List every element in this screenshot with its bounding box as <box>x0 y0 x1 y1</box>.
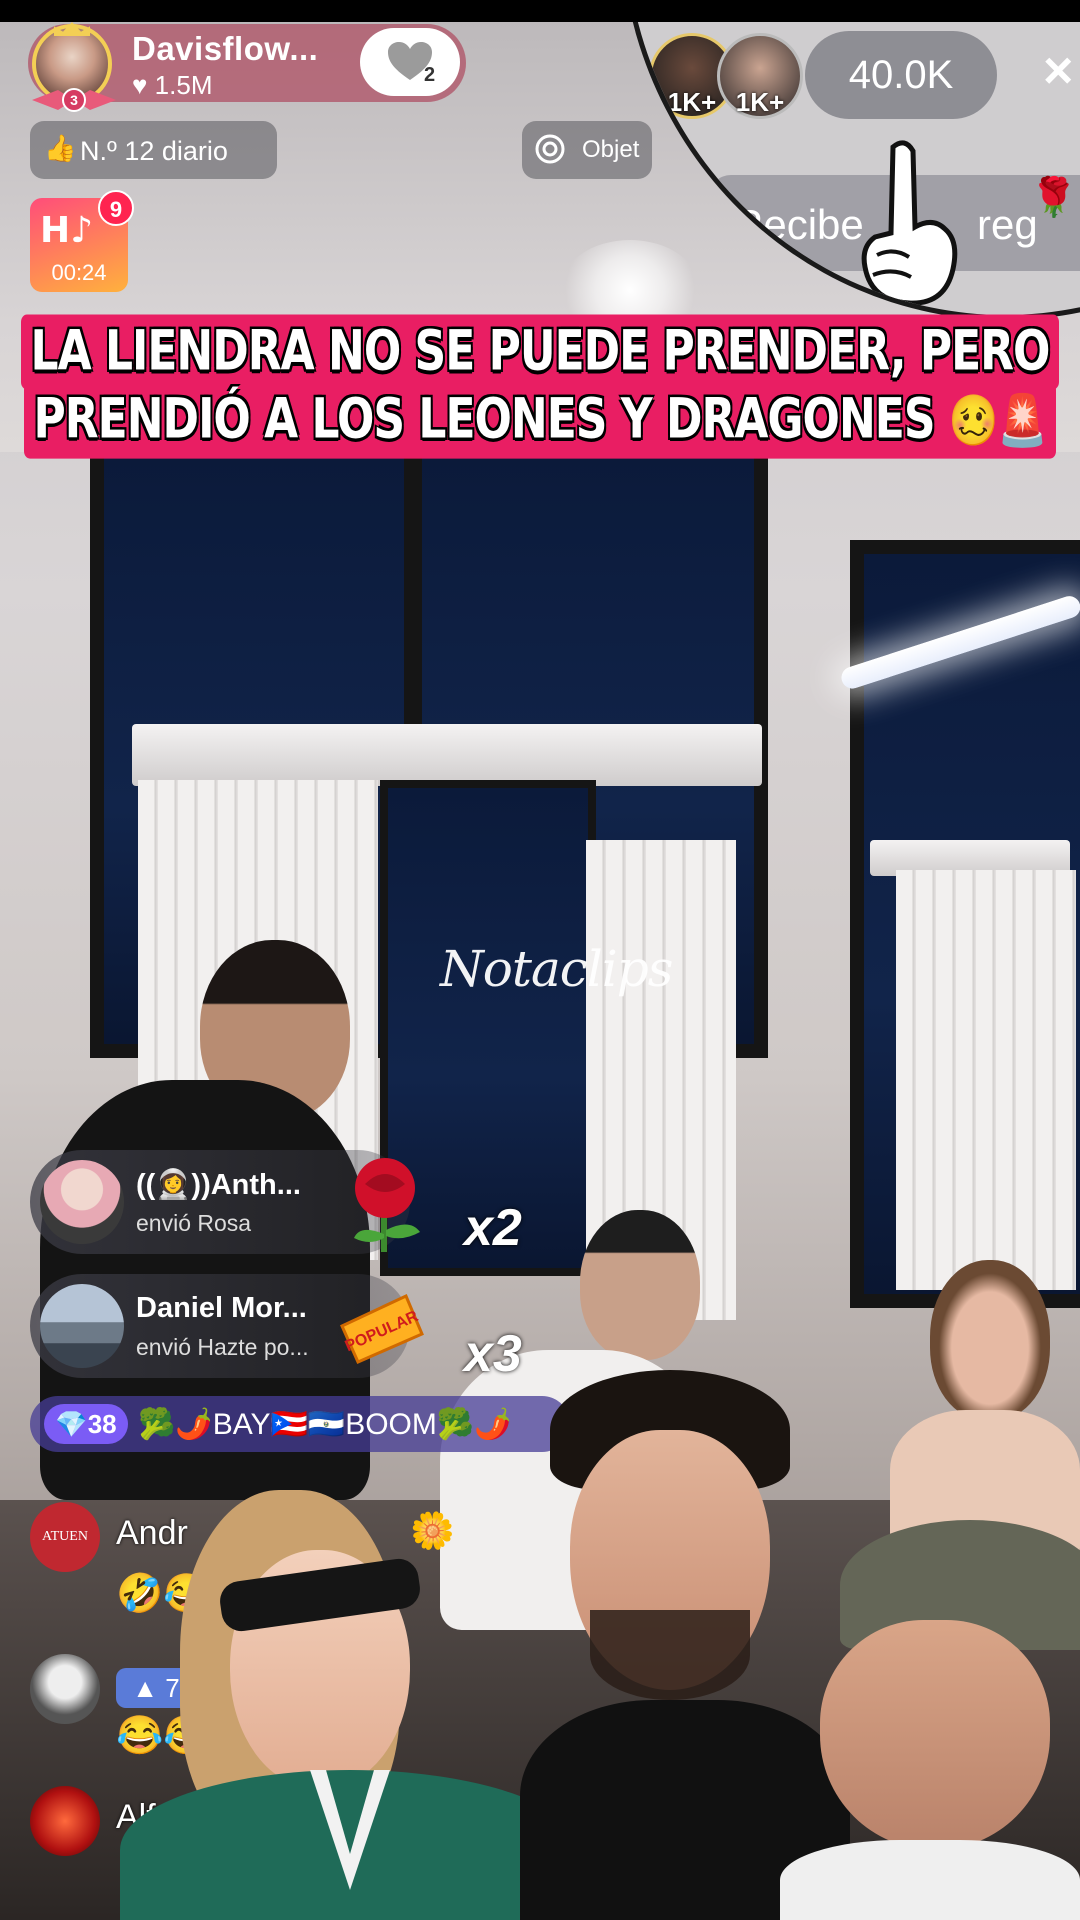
gifter-avatar[interactable] <box>40 1160 124 1244</box>
window-valance <box>132 724 762 786</box>
svg-text:3: 3 <box>70 92 78 108</box>
overlay-person-man-right <box>780 1520 1080 1920</box>
caption-emoji: 🥴🚨 <box>948 392 1048 450</box>
host-name: Davisflow... <box>132 30 319 67</box>
caption-headline: LA LIENDRA NO SE PUEDE PRENDER, PERO PRE… <box>0 314 1080 459</box>
commenter-avatar[interactable]: ATUEN <box>30 1502 100 1572</box>
person-seated-right <box>890 1260 1080 1560</box>
fan-club-text: 🥦🌶️BAY🇵🇷🇸🇻BOOM🥦🌶️ <box>138 1408 512 1441</box>
status-bar <box>0 0 1080 22</box>
daily-rank-pill[interactable]: 👍 N.º 12 diario <box>30 121 277 179</box>
top-viewer-avatar[interactable]: 1K+ <box>717 33 803 119</box>
fan-club-bar[interactable]: 💎38 🥦🌶️BAY🇵🇷🇸🇻BOOM🥦🌶️ <box>30 1396 570 1452</box>
fire-icon: 👍 <box>44 133 77 163</box>
daily-rank-label: N.º 12 diario <box>80 136 228 166</box>
caption-line-2: PRENDIÓ A LOS LEONES Y DRAGONES 🥴🚨 <box>23 382 1057 459</box>
live-hourly-badge[interactable]: H♪ 9 00:24 <box>30 190 134 292</box>
live-stream-screen: 3 Davisflow... ♥ 1.5M 2 👍 N.º 12 diario … <box>0 0 1080 1920</box>
rose-gift-icon <box>354 1158 420 1252</box>
host-level-badge: 3 <box>32 88 116 112</box>
overlay-person-woman <box>120 1470 580 1920</box>
gifter-avatar[interactable] <box>40 1284 124 1368</box>
gift-multiplier: x3 <box>464 1325 522 1383</box>
host-likes: ♥ 1.5M <box>132 70 213 100</box>
commenter-avatar[interactable] <box>30 1786 100 1856</box>
target-icon <box>535 134 565 164</box>
pointing-hand-icon <box>861 140 958 306</box>
zoom-lens: 1K+ 1K+ 40.0K × Recibe reg <box>620 0 1080 320</box>
badge-timer: 00:24 <box>51 260 107 285</box>
watermark: Notaclips <box>440 940 673 998</box>
gifter-name: Daniel Mor... <box>136 1292 307 1324</box>
host-likes-count: 1.5M <box>154 70 213 100</box>
rose-icon: 🌹 <box>1030 177 1078 219</box>
gift-message: envió Hazte po... <box>136 1334 309 1360</box>
popular-gift-icon: POPULAR <box>340 1293 424 1364</box>
badge-count: 9 <box>98 190 134 226</box>
close-icon[interactable]: × <box>1043 41 1073 101</box>
gift-multiplier: x2 <box>464 1199 522 1257</box>
caption-line-1: LA LIENDRA NO SE PUEDE PRENDER, PERO <box>20 314 1060 390</box>
follow-count: 2 <box>424 64 436 86</box>
gift-message: envió Rosa <box>136 1210 252 1236</box>
rewards-label-left: Recibe <box>733 201 864 248</box>
host-info[interactable]: 3 Davisflow... ♥ 1.5M 2 <box>28 22 466 112</box>
commenter-avatar[interactable] <box>30 1654 100 1724</box>
fan-level-badge: 💎38 <box>44 1404 128 1444</box>
viewer-count[interactable]: 40.0K <box>805 31 997 119</box>
gifter-name: ((👩‍🚀))Anth... <box>136 1169 301 1201</box>
rewards-label-right: reg <box>977 201 1038 248</box>
window-blinds <box>896 870 1076 1290</box>
follow-button[interactable]: 2 <box>360 28 460 96</box>
viewer-rank-label: 1K+ <box>735 87 785 117</box>
